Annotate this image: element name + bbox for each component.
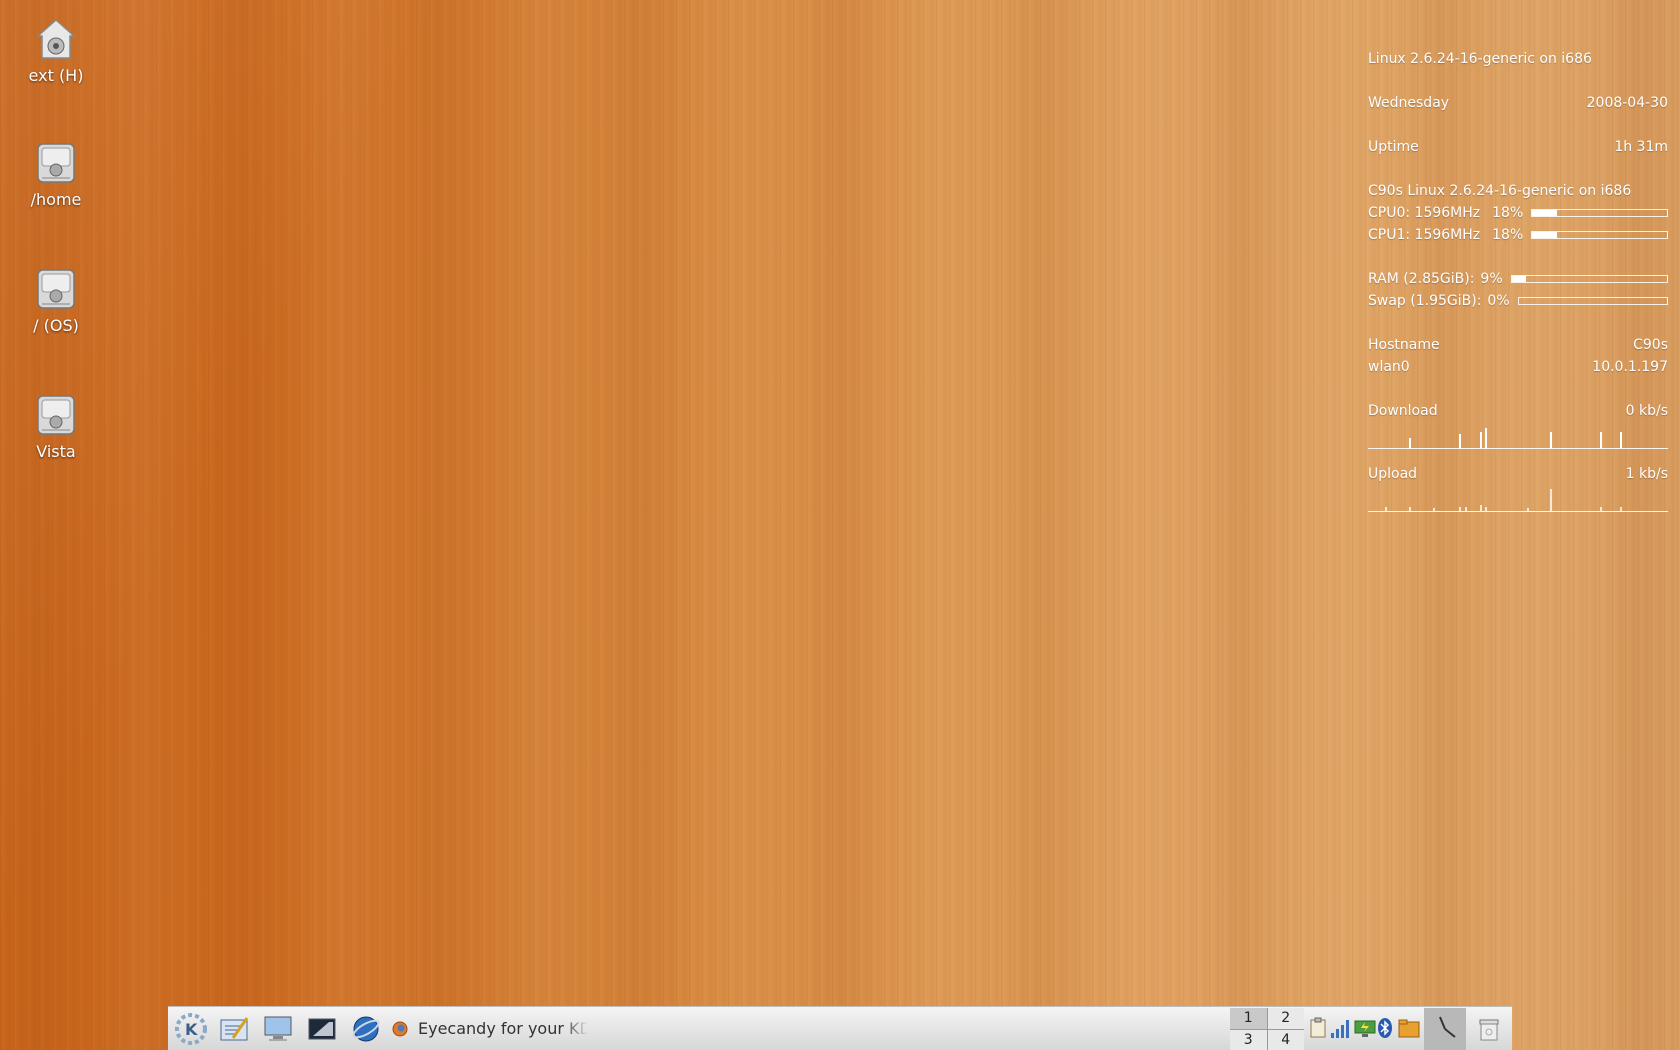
hard-drive-icon <box>37 269 75 309</box>
pager-desktop-2[interactable]: 2 <box>1267 1008 1304 1029</box>
hostname-value: C90s <box>1633 337 1668 353</box>
upload-label: Upload <box>1368 466 1418 482</box>
uptime-row: Uptime 1h 31m <box>1368 136 1668 158</box>
text-editor-icon <box>220 1017 249 1041</box>
uptime-value: 1h 31m <box>1614 139 1668 155</box>
day-text: Wednesday <box>1368 95 1450 111</box>
ram-bar <box>1510 275 1668 283</box>
system-row: C90s Linux 2.6.24-16-generic on i686 <box>1368 180 1668 202</box>
task-title[interactable]: Eyecandy for your KDE <box>418 1019 588 1038</box>
desktop-icon-label: ext (H) <box>28 66 84 85</box>
cpu0-label: CPU0: 1596MHz <box>1368 205 1481 221</box>
clock-icon <box>1439 1016 1456 1038</box>
home-drive-icon <box>36 18 76 59</box>
upload-value: 1 kb/s <box>1625 466 1668 482</box>
kde-taskbar: K Eyecandy for your KDE 1 2 3 4 <box>168 1006 1512 1050</box>
clock-applet[interactable] <box>1424 1008 1466 1050</box>
swap-row: Swap (1.95GiB): 0% <box>1368 290 1668 312</box>
cpu0-bar <box>1531 209 1668 217</box>
desktop-icon-ext-h[interactable]: ext (H) <box>6 18 106 85</box>
desktop-launcher[interactable] <box>260 1011 296 1047</box>
pager-desktop-3[interactable]: 3 <box>1230 1029 1267 1050</box>
download-row: Download 0 kb/s <box>1368 400 1668 422</box>
cpu1-row: CPU1: 1596MHz 18% <box>1368 224 1668 246</box>
wifi-signal-icon <box>1331 1020 1349 1038</box>
text-editor-launcher[interactable] <box>216 1011 252 1047</box>
wlan-row: wlan0 10.0.1.197 <box>1368 356 1668 378</box>
wlan-label: wlan0 <box>1368 359 1410 375</box>
conky-system-monitor: Linux 2.6.24-16-generic on i686 Wednesda… <box>1368 48 1668 512</box>
desktop-icon <box>264 1016 292 1041</box>
kde-menu-icon: K <box>175 1013 207 1045</box>
desktop-icon-label: / (OS) <box>33 316 79 335</box>
network-icon <box>1354 1020 1376 1037</box>
trash-icon <box>1479 1019 1499 1041</box>
system-text: C90s Linux 2.6.24-16-generic on i686 <box>1368 183 1632 199</box>
web-browser-icon <box>352 1016 380 1042</box>
pager-desktop-4[interactable]: 4 <box>1267 1029 1304 1050</box>
clipboard-tray[interactable] <box>1308 1017 1328 1039</box>
desktop-icon-home[interactable]: /home <box>6 140 106 209</box>
download-label: Download <box>1368 403 1438 419</box>
trash-applet[interactable] <box>1474 1011 1504 1047</box>
cpu1-label: CPU1: 1596MHz <box>1368 227 1481 243</box>
desktop-pager: 1 2 3 4 <box>1230 1008 1304 1050</box>
desktop-icon-vista[interactable]: Vista <box>6 392 106 461</box>
bluetooth-tray[interactable] <box>1376 1017 1396 1039</box>
hostname-label: Hostname <box>1368 337 1440 353</box>
date-row: Wednesday 2008-04-30 <box>1368 92 1668 114</box>
folder-tray[interactable] <box>1398 1017 1420 1039</box>
uptime-label: Uptime <box>1368 139 1419 155</box>
desktop-icon-label: /home <box>30 190 82 209</box>
hard-drive-icon <box>37 395 75 435</box>
cpu1-percent: 18% <box>1492 227 1524 243</box>
web-browser-launcher[interactable] <box>348 1011 384 1047</box>
clipboard-icon <box>1310 1017 1326 1038</box>
wlan-address: 10.0.1.197 <box>1592 359 1668 375</box>
kde-menu-button[interactable]: K <box>172 1011 210 1047</box>
cpu1-bar <box>1531 231 1668 239</box>
cpu0-percent: 18% <box>1492 205 1524 221</box>
svg-text:K: K <box>185 1020 198 1039</box>
ram-percent: 9% <box>1480 271 1503 287</box>
firefox-icon <box>392 1021 408 1037</box>
download-graph <box>1368 424 1668 449</box>
swap-bar <box>1517 297 1668 305</box>
kernel-text: Linux 2.6.24-16-generic on i686 <box>1368 51 1592 67</box>
download-value: 0 kb/s <box>1625 403 1668 419</box>
upload-graph <box>1368 487 1668 512</box>
swap-label: Swap (1.95GiB): <box>1368 293 1482 309</box>
folder-icon <box>1398 1019 1420 1038</box>
ram-label: RAM (2.85GiB): <box>1368 271 1475 287</box>
date-text: 2008-04-30 <box>1586 95 1668 111</box>
hostname-row: Hostname C90s <box>1368 334 1668 356</box>
bluetooth-icon <box>1378 1018 1392 1038</box>
kernel-row: Linux 2.6.24-16-generic on i686 <box>1368 48 1668 70</box>
swap-percent: 0% <box>1487 293 1510 309</box>
cpu0-row: CPU0: 1596MHz 18% <box>1368 202 1668 224</box>
network-tray[interactable] <box>1354 1017 1376 1039</box>
hard-drive-icon <box>37 143 75 183</box>
ram-row: RAM (2.85GiB): 9% <box>1368 268 1668 290</box>
desktop-icon-os[interactable]: / (OS) <box>6 266 106 335</box>
terminal-icon <box>308 1018 336 1040</box>
firefox-task-button[interactable] <box>390 1011 410 1047</box>
desktop-icon-label: Vista <box>36 442 76 461</box>
pager-desktop-1[interactable]: 1 <box>1230 1008 1267 1029</box>
terminal-launcher[interactable] <box>304 1011 340 1047</box>
wifi-signal-tray[interactable] <box>1330 1017 1350 1039</box>
upload-row: Upload 1 kb/s <box>1368 463 1668 485</box>
